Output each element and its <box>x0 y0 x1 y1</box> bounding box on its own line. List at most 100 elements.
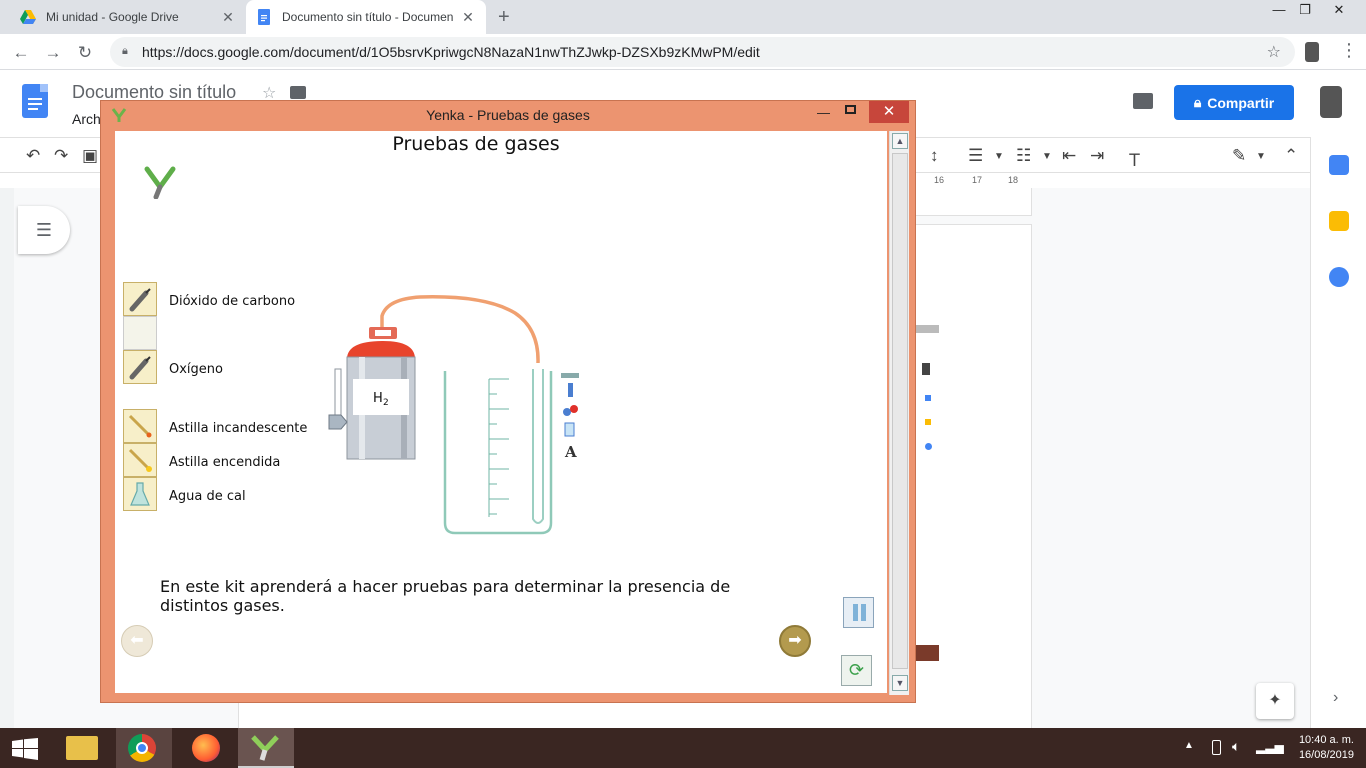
tool-oxygen-button[interactable] <box>123 350 157 384</box>
vertical-ruler[interactable] <box>0 188 14 728</box>
chrome-icon[interactable] <box>116 728 172 768</box>
network-icon[interactable]: ▂▃▅ <box>1256 740 1284 754</box>
explore-icon[interactable]: ✦ <box>1256 683 1294 719</box>
scroll-down-icon[interactable]: ▼ <box>892 675 908 691</box>
google-docs-icon <box>258 9 270 25</box>
file-explorer-icon[interactable] <box>56 728 112 768</box>
test-tube[interactable] <box>532 369 544 524</box>
limewater-flask-icon <box>130 482 150 506</box>
measure-icon[interactable] <box>564 422 575 437</box>
tool-label: Dióxido de carbono <box>169 294 296 309</box>
share-label: Compartir <box>1207 94 1275 111</box>
menu-file[interactable]: Arch <box>72 111 101 127</box>
tool-glowing-splint-button[interactable] <box>123 409 157 443</box>
google-docs-logo[interactable] <box>22 84 48 118</box>
increase-indent-icon[interactable]: ⇥ <box>1090 146 1104 166</box>
tool-carbon-dioxide-button[interactable] <box>123 282 157 316</box>
avatar[interactable] <box>1320 86 1342 118</box>
maximize-icon[interactable] <box>845 105 856 114</box>
tab-title: Mi unidad - Google Drive <box>46 10 179 24</box>
next-page-button[interactable]: ➡ <box>779 625 811 657</box>
embedded-screenshot <box>925 443 932 450</box>
yenka-scene: Pruebas de gases Dióxido de carbono Oxíg… <box>115 131 887 693</box>
clock-time: 10:40 a. m. <box>1298 734 1354 746</box>
close-window-icon[interactable]: ✕ <box>1326 2 1352 18</box>
back-icon[interactable]: ← <box>10 42 32 64</box>
numbered-list-icon[interactable]: ☰ <box>968 146 983 166</box>
previous-page-button[interactable]: ⬅ <box>121 625 153 657</box>
water-trough[interactable] <box>443 371 553 535</box>
url-text[interactable]: https://docs.google.com/document/d/1O5bs… <box>142 44 760 60</box>
tool-empty-slot[interactable] <box>123 316 157 350</box>
tool-limewater-button[interactable] <box>123 477 157 511</box>
pause-button[interactable] <box>843 597 874 628</box>
side-strip-handle[interactable] <box>561 373 579 378</box>
browser-menu-icon[interactable]: ⋮ <box>1340 40 1358 61</box>
close-tab-icon[interactable]: ✕ <box>460 9 476 26</box>
clock[interactable]: 10:40 a. m. 16/08/2019 <box>1299 733 1354 763</box>
reload-icon[interactable]: ↻ <box>74 42 96 64</box>
embedded-screenshot <box>922 363 930 375</box>
redo-icon[interactable]: ↷ <box>54 146 68 166</box>
yenka-taskbar-icon[interactable] <box>238 728 294 768</box>
close-window-icon[interactable]: ✕ <box>869 101 909 123</box>
chevron-down-icon[interactable]: ▼ <box>1042 151 1052 162</box>
scale-ticks <box>489 378 509 515</box>
cylinder-cap <box>347 341 415 359</box>
text-tool-icon[interactable]: A <box>564 443 577 461</box>
windows-start-icon[interactable] <box>12 738 38 760</box>
scroll-up-icon[interactable]: ▲ <box>892 133 908 149</box>
tool-label: Oxígeno <box>169 362 223 377</box>
minimize-icon[interactable]: — <box>817 105 830 120</box>
close-tab-icon[interactable]: ✕ <box>220 9 236 26</box>
new-tab-button[interactable]: + <box>498 6 510 29</box>
ruler-mark: 18 <box>1008 175 1019 185</box>
tab-title: Documento sin título - Documen <box>282 10 454 24</box>
kit-description: En este kit aprenderá a hacer pruebas pa… <box>160 577 731 615</box>
undo-icon[interactable]: ↶ <box>26 146 40 166</box>
chevron-down-icon[interactable]: ▼ <box>1256 151 1266 162</box>
reset-icon[interactable]: ⟳ <box>841 655 872 686</box>
editing-mode-icon[interactable]: ✎ <box>1232 146 1246 166</box>
forward-icon[interactable]: → <box>42 42 64 64</box>
scrollbar-thumb[interactable] <box>892 153 908 669</box>
tasks-icon[interactable] <box>1329 267 1349 287</box>
bulleted-list-icon[interactable]: ☷ <box>1016 146 1031 166</box>
share-button[interactable]: 🔒︎ Compartir <box>1174 85 1294 120</box>
yenka-title-bar[interactable]: Yenka - Pruebas de gases — ✕ <box>101 101 915 131</box>
clock-date: 16/08/2019 <box>1298 749 1354 761</box>
clear-formatting-icon[interactable]: Ｔ <box>1126 146 1143 171</box>
battery-icon[interactable] <box>1212 740 1221 755</box>
keep-icon[interactable] <box>1329 211 1349 231</box>
tab-google-drive[interactable]: Mi unidad - Google Drive ✕ <box>10 0 246 34</box>
document-outline-button[interactable]: ☰ <box>18 206 70 254</box>
molecule-icon[interactable] <box>563 408 571 416</box>
info-icon[interactable] <box>568 383 573 397</box>
decrease-indent-icon[interactable]: ⇤ <box>1062 146 1076 166</box>
taskbar: ▲ 🔈︎ ▂▃▅ 10:40 a. m. 16/08/2019 <box>0 728 1366 768</box>
print-icon[interactable]: ▣ <box>82 146 98 166</box>
chevron-right-icon[interactable]: › <box>1333 689 1338 707</box>
extension-icon[interactable] <box>1305 42 1319 62</box>
horizontal-ruler[interactable]: 16 17 18 <box>916 174 1310 188</box>
cylinder-label-subscript: 2 <box>383 398 389 408</box>
collapse-toolbar-icon[interactable]: ⌃ <box>1284 146 1298 166</box>
volume-icon[interactable]: 🔈︎ <box>1232 738 1240 755</box>
line-spacing-icon[interactable]: ↕ <box>930 146 939 166</box>
tool-lit-splint-button[interactable] <box>123 443 157 477</box>
calendar-icon[interactable] <box>1329 155 1349 175</box>
firefox-icon[interactable] <box>178 728 234 768</box>
bookmark-star-icon[interactable]: ☆ <box>1267 42 1281 62</box>
yenka-kit-logo <box>144 166 176 199</box>
vertical-scrollbar[interactable]: ▲ ▼ <box>889 131 909 695</box>
omnibox[interactable]: 🔒︎ https://docs.google.com/document/d/1O… <box>110 37 1295 67</box>
folder-icon[interactable] <box>290 86 306 99</box>
chevron-down-icon[interactable]: ▼ <box>994 151 1004 162</box>
comments-icon[interactable] <box>1133 93 1153 109</box>
show-hidden-icons-icon[interactable]: ▲ <box>1184 740 1194 751</box>
scene-title: Pruebas de gases <box>392 133 560 155</box>
tab-document[interactable]: Documento sin título - Documen ✕ <box>246 0 486 34</box>
restore-icon[interactable]: ❐ <box>1292 2 1318 18</box>
yenka-window: Yenka - Pruebas de gases — ✕ Pruebas de … <box>100 100 916 703</box>
minimize-icon[interactable]: — <box>1266 2 1292 17</box>
